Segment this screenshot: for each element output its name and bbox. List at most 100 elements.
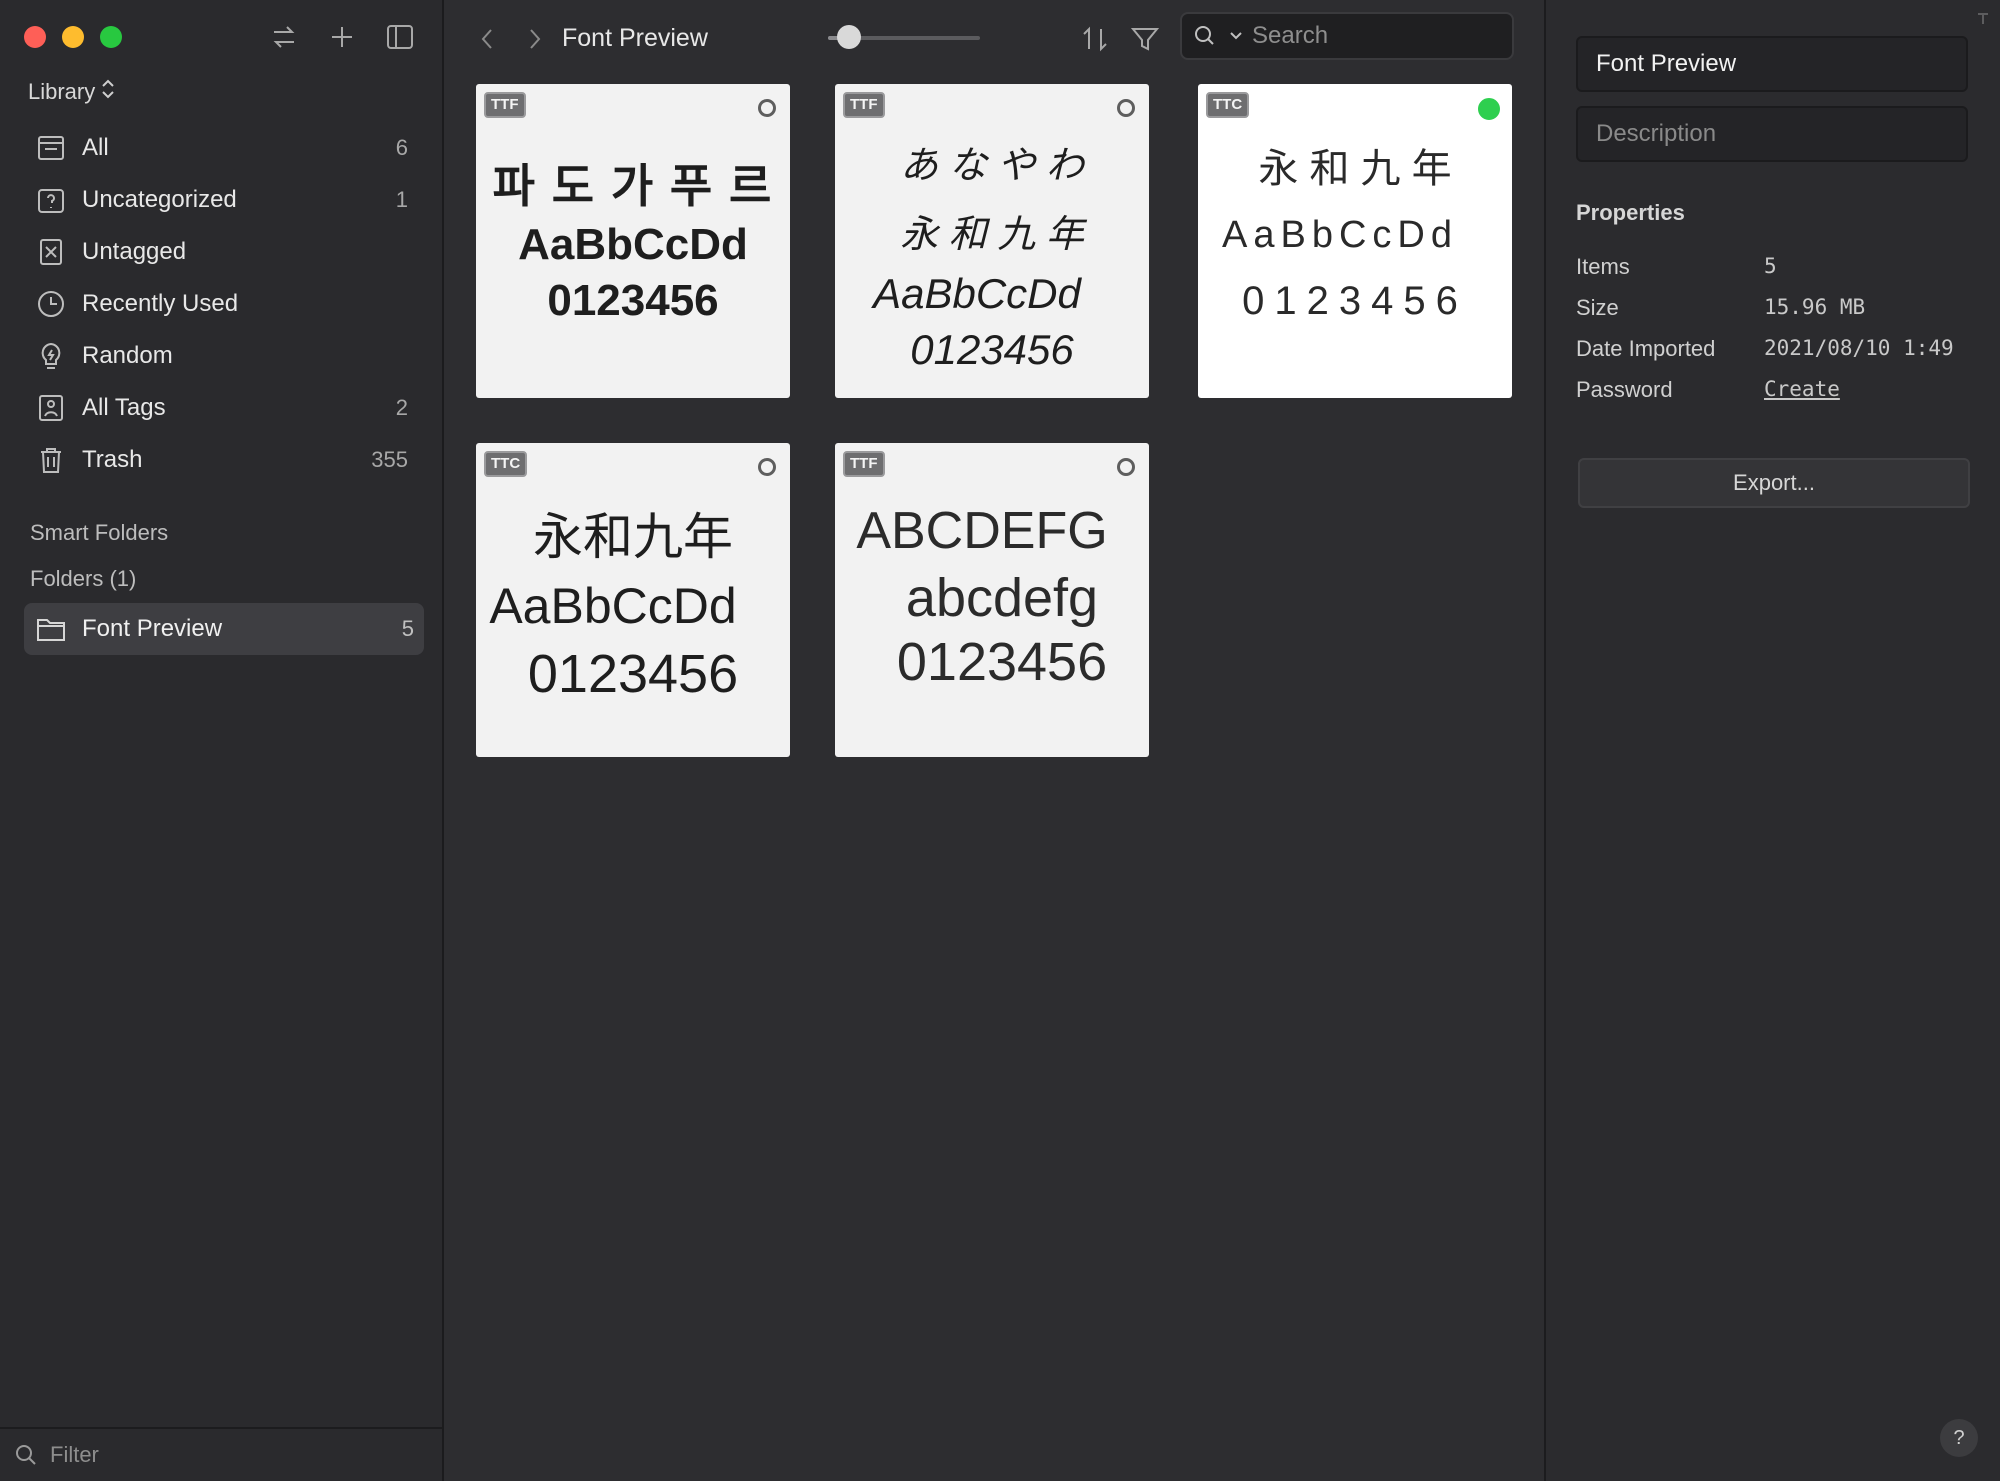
search-input[interactable]: Search [1252, 22, 1328, 50]
folder-name-field[interactable]: Font Preview [1576, 36, 1968, 92]
sidebar-item-uncategorized[interactable]: Uncategorized 1 [24, 174, 418, 226]
font-card[interactable]: TTC 永 和 九 年 AaBbCcDd 0123456 [1198, 84, 1512, 398]
swap-icon[interactable] [268, 18, 300, 56]
minimize-window-button[interactable] [62, 26, 84, 48]
font-sample: 파 도 가 푸 르 AaBbCcDd 0123456 [476, 134, 790, 326]
sidebar-item-count: 355 [371, 447, 408, 472]
library-nav: All 6 Uncategorized 1 Untagged Recently … [24, 122, 418, 486]
sample-line: 永和九年 [533, 509, 733, 565]
sidebar-item-label: Untagged [82, 238, 187, 265]
font-sample: 永和九年 AaBbCcDd 0123456 [476, 493, 790, 705]
pin-icon[interactable] [1976, 12, 1990, 26]
trash-icon [34, 443, 68, 477]
sort-icon[interactable] [1080, 22, 1110, 56]
property-key: Date Imported [1576, 336, 1716, 361]
zoom-slider[interactable] [828, 25, 980, 49]
select-indicator[interactable] [1117, 458, 1135, 476]
search-field[interactable]: Search [1180, 12, 1514, 60]
sidebar-toolbar [268, 18, 416, 56]
export-button[interactable]: Export... [1578, 458, 1970, 508]
lightbulb-icon [34, 339, 68, 373]
sidebar-item-label: Uncategorized [82, 186, 237, 213]
window-controls [24, 26, 122, 48]
tag-icon [34, 391, 68, 425]
select-indicator[interactable] [758, 99, 776, 117]
property-value: 2021/08/10 1:49 [1764, 336, 1954, 360]
format-badge: TTC [1206, 92, 1250, 118]
font-sample: 永 和 九 年 AaBbCcDd 0123456 [1198, 134, 1512, 324]
folder-count: 5 [401, 616, 414, 641]
untagged-icon [34, 235, 68, 269]
zoom-slider-knob[interactable] [837, 25, 862, 49]
back-icon[interactable] [474, 22, 500, 56]
sidebar-item-label: Random [82, 342, 173, 369]
maximize-window-button[interactable] [100, 26, 122, 48]
description-field[interactable]: Description [1576, 106, 1968, 162]
close-window-button[interactable] [24, 26, 46, 48]
sample-line: あ な や わ [900, 145, 1084, 187]
sample-line: 永 和 九 年 [900, 214, 1084, 256]
sample-line: 파 도 가 푸 르 [492, 160, 774, 212]
sidebar-item-recently-used[interactable]: Recently Used [24, 278, 418, 330]
sidebar-toggle-icon[interactable] [384, 18, 416, 56]
select-indicator-selected[interactable] [1478, 98, 1500, 120]
inspector-panel: Font Preview Description Properties Item… [1544, 0, 2000, 1481]
sample-line: AaBbCcDd [1222, 214, 1458, 256]
sidebar-item-label: All [82, 134, 109, 161]
forward-icon[interactable] [522, 22, 548, 56]
format-badge: TTF [843, 92, 885, 118]
select-indicator[interactable] [758, 458, 776, 476]
filter-icon[interactable] [1130, 22, 1160, 56]
folders-heading[interactable]: Folders (1) [30, 566, 136, 592]
history-nav [474, 22, 548, 56]
font-card[interactable]: TTF 파 도 가 푸 르 AaBbCcDd 0123456 [476, 84, 790, 398]
font-card[interactable]: TTC 永和九年 AaBbCcDd 0123456 [476, 443, 790, 757]
sample-line: AaBbCcDd [518, 220, 748, 269]
sidebar-item-random[interactable]: Random [24, 330, 418, 382]
property-row-items: Items 5 [1576, 254, 1777, 280]
font-sample: ABCDEFG abcdefg 0123456 [835, 493, 1149, 693]
sidebar-item-count: 1 [395, 187, 408, 212]
sidebar-item-all[interactable]: All 6 [24, 122, 418, 174]
property-value: 15.96 MB [1764, 295, 1866, 319]
sidebar-item-untagged[interactable]: Untagged [24, 226, 418, 278]
font-card[interactable]: TTF あ な や わ 永 和 九 年 AaBbCcDd 0123456 [835, 84, 1149, 398]
properties-heading: Properties [1576, 200, 1685, 225]
sidebar-item-label: All Tags [82, 394, 166, 421]
format-badge: TTC [484, 451, 528, 477]
create-password-link[interactable]: Create [1764, 377, 1840, 403]
sample-line: 0123456 [527, 644, 739, 704]
sidebar-item-all-tags[interactable]: All Tags 2 [24, 382, 418, 434]
filter-bar[interactable]: Filter [0, 1427, 442, 1481]
chevron-updown-icon [101, 78, 115, 106]
sample-line: 永 和 九 年 [1258, 147, 1452, 191]
property-key: Items [1576, 254, 1630, 279]
smart-folders-heading[interactable]: Smart Folders [30, 520, 168, 546]
search-icon [14, 1443, 38, 1467]
chevron-down-icon[interactable] [1230, 31, 1242, 41]
sample-line: 0123456 [1242, 279, 1468, 323]
toolbar: Font Preview Search [444, 0, 1544, 76]
help-button[interactable]: ? [1940, 1419, 1978, 1457]
filter-input[interactable]: Filter [50, 1442, 99, 1468]
toolbar-actions [1080, 22, 1160, 56]
description-input[interactable]: Description [1596, 120, 1716, 148]
property-row-size: Size 15.96 MB [1576, 295, 1865, 321]
add-icon[interactable] [326, 18, 358, 56]
sidebar-item-label: Recently Used [82, 290, 239, 317]
property-value: 5 [1764, 254, 1777, 278]
sample-line: 0123456 [547, 276, 719, 325]
main-content: Font Preview Search TTF 파 도 가 푸 르 AaBbCc… [444, 0, 1544, 1481]
library-selector[interactable]: Library [28, 78, 115, 106]
sidebar: Library All 6 Uncategorized 1 Untagged R… [0, 0, 444, 1481]
folder-name-value[interactable]: Font Preview [1596, 50, 1736, 78]
sample-line: 0123456 [910, 326, 1074, 373]
format-badge: TTF [843, 451, 885, 477]
sidebar-item-trash[interactable]: Trash 355 [24, 434, 418, 486]
format-badge: TTF [484, 92, 526, 118]
select-indicator[interactable] [1117, 99, 1135, 117]
folder-item-font-preview[interactable]: Font Preview 5 [24, 603, 424, 655]
font-card[interactable]: TTF ABCDEFG abcdefg 0123456 [835, 443, 1149, 757]
inbox-icon [34, 131, 68, 165]
clock-icon [34, 287, 68, 321]
